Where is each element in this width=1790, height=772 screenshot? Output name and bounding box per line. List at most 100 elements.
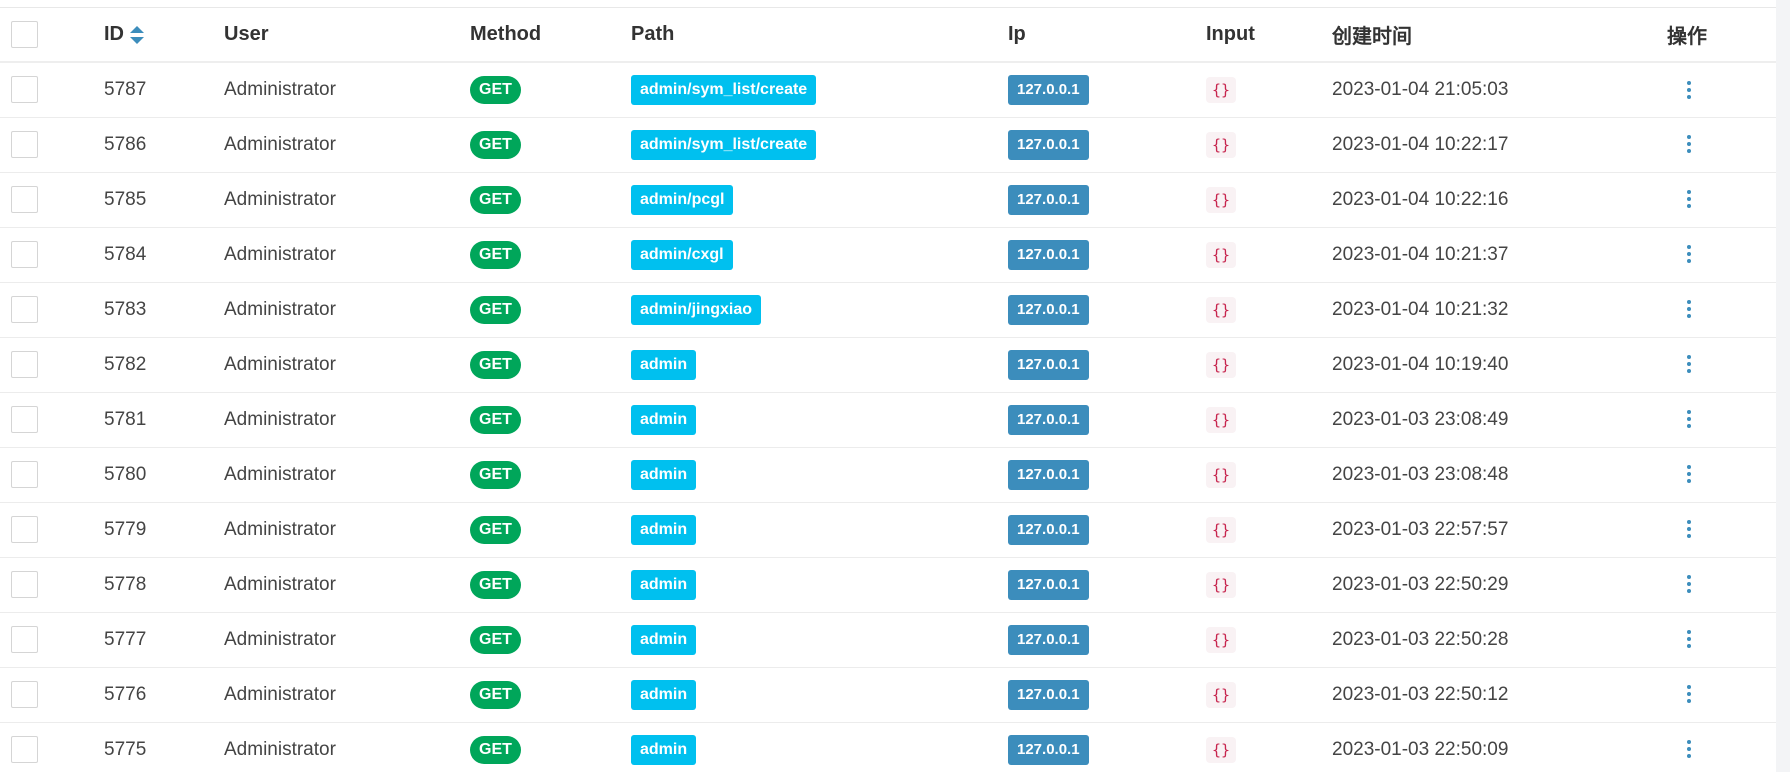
input-code: {} — [1206, 351, 1237, 378]
table-row: 5784 Administrator GET admin/cxgl 127.0.0.1 {… — [0, 227, 1776, 283]
cell-input: {} — [1206, 172, 1332, 228]
row-checkbox[interactable] — [11, 351, 38, 378]
cell-created-at: 2023-01-04 10:21:32 — [1332, 282, 1667, 338]
cell-input: {} — [1206, 667, 1332, 723]
cell-ip: 127.0.0.1 — [1008, 337, 1206, 393]
row-checkbox[interactable] — [11, 681, 38, 708]
cell-id: 5778 — [104, 557, 224, 613]
row-checkbox[interactable] — [11, 296, 38, 323]
row-checkbox[interactable] — [11, 571, 38, 598]
cell-user: Administrator — [224, 337, 470, 393]
table-row: 5782 Administrator GET admin 127.0.0.1 {} 2023… — [0, 337, 1776, 393]
cell-ip: 127.0.0.1 — [1008, 667, 1206, 723]
row-select-cell — [0, 557, 104, 613]
row-checkbox[interactable] — [11, 406, 38, 433]
table-row: 5777 Administrator GET admin 127.0.0.1 {} 2023… — [0, 612, 1776, 668]
cell-method: GET — [470, 62, 631, 118]
cell-ip: 127.0.0.1 — [1008, 502, 1206, 558]
ellipsis-vertical-icon[interactable] — [1681, 738, 1697, 760]
cell-created-at: 2023-01-03 22:50:28 — [1332, 612, 1667, 668]
method-badge: GET — [470, 75, 521, 104]
cell-id: 5786 — [104, 117, 224, 173]
ellipsis-vertical-icon[interactable] — [1681, 79, 1697, 101]
ip-badge: 127.0.0.1 — [1008, 184, 1089, 215]
table-row: 5787 Administrator GET admin/sym_list/creat… — [0, 62, 1776, 118]
cell-ip: 127.0.0.1 — [1008, 722, 1206, 772]
header-id[interactable]: ID — [104, 8, 224, 63]
cell-ip: 127.0.0.1 — [1008, 447, 1206, 503]
header-id-label: ID — [104, 23, 124, 45]
row-checkbox[interactable] — [11, 241, 38, 268]
ellipsis-vertical-icon[interactable] — [1681, 133, 1697, 155]
input-code: {} — [1206, 681, 1237, 708]
table-row: 5775 Administrator GET admin 127.0.0.1 {} 2023… — [0, 722, 1776, 772]
table-row: 5781 Administrator GET admin 127.0.0.1 {} 2023… — [0, 392, 1776, 448]
ellipsis-vertical-icon[interactable] — [1681, 573, 1697, 595]
ip-badge: 127.0.0.1 — [1008, 679, 1089, 710]
cell-id: 5785 — [104, 172, 224, 228]
ellipsis-vertical-icon[interactable] — [1681, 518, 1697, 540]
header-path: Path — [631, 8, 1008, 63]
path-badge: admin — [631, 569, 697, 600]
ellipsis-vertical-icon[interactable] — [1681, 188, 1697, 210]
cell-input: {} — [1206, 447, 1332, 503]
cell-actions — [1667, 62, 1776, 118]
row-checkbox[interactable] — [11, 186, 38, 213]
method-badge: GET — [470, 240, 521, 269]
cell-ip: 127.0.0.1 — [1008, 612, 1206, 668]
input-code: {} — [1206, 76, 1237, 103]
input-code: {} — [1206, 626, 1237, 653]
ip-badge: 127.0.0.1 — [1008, 734, 1089, 765]
ip-badge: 127.0.0.1 — [1008, 569, 1089, 600]
table-row: 5779 Administrator GET admin 127.0.0.1 {} 2023… — [0, 502, 1776, 558]
ellipsis-vertical-icon[interactable] — [1681, 353, 1697, 375]
id-sort-toggle[interactable]: ID — [104, 23, 144, 46]
ellipsis-vertical-icon[interactable] — [1681, 463, 1697, 485]
cell-id: 5777 — [104, 612, 224, 668]
method-badge: GET — [470, 625, 521, 654]
cell-id: 5780 — [104, 447, 224, 503]
row-select-cell — [0, 227, 104, 283]
table-body: 5787 Administrator GET admin/sym_list/creat… — [0, 62, 1776, 772]
row-select-cell — [0, 502, 104, 558]
cell-user: Administrator — [224, 722, 470, 772]
input-code: {} — [1206, 241, 1237, 268]
cell-path: admin — [631, 667, 1008, 723]
cell-id: 5775 — [104, 722, 224, 772]
ellipsis-vertical-icon[interactable] — [1681, 298, 1697, 320]
ip-badge: 127.0.0.1 — [1008, 404, 1089, 435]
method-badge: GET — [470, 405, 521, 434]
ellipsis-vertical-icon[interactable] — [1681, 243, 1697, 265]
cell-method: GET — [470, 117, 631, 173]
row-checkbox[interactable] — [11, 626, 38, 653]
path-badge: admin/sym_list/create — [631, 129, 817, 160]
ellipsis-vertical-icon[interactable] — [1681, 408, 1697, 430]
row-checkbox[interactable] — [11, 131, 38, 158]
method-badge: GET — [470, 735, 521, 764]
cell-input: {} — [1206, 62, 1332, 118]
select-all-checkbox[interactable] — [11, 21, 38, 48]
path-badge: admin/pcgl — [631, 184, 734, 215]
table-row: 5776 Administrator GET admin 127.0.0.1 {} 2023… — [0, 667, 1776, 723]
cell-input: {} — [1206, 722, 1332, 772]
cell-path: admin — [631, 722, 1008, 772]
ellipsis-vertical-icon[interactable] — [1681, 683, 1697, 705]
cell-user: Administrator — [224, 667, 470, 723]
row-checkbox[interactable] — [11, 461, 38, 488]
sort-icon[interactable] — [130, 25, 144, 44]
cell-input: {} — [1206, 117, 1332, 173]
cell-user: Administrator — [224, 557, 470, 613]
cell-ip: 127.0.0.1 — [1008, 172, 1206, 228]
ip-badge: 127.0.0.1 — [1008, 514, 1089, 545]
table-row: 5783 Administrator GET admin/jingxiao 127.0.… — [0, 282, 1776, 338]
row-checkbox[interactable] — [11, 736, 38, 763]
cell-ip: 127.0.0.1 — [1008, 62, 1206, 118]
row-checkbox[interactable] — [11, 516, 38, 543]
cell-actions — [1667, 337, 1776, 393]
table-row: 5778 Administrator GET admin 127.0.0.1 {} 2023… — [0, 557, 1776, 613]
cell-id: 5783 — [104, 282, 224, 338]
ellipsis-vertical-icon[interactable] — [1681, 628, 1697, 650]
cell-created-at: 2023-01-04 10:19:40 — [1332, 337, 1667, 393]
row-checkbox[interactable] — [11, 76, 38, 104]
cell-id: 5781 — [104, 392, 224, 448]
